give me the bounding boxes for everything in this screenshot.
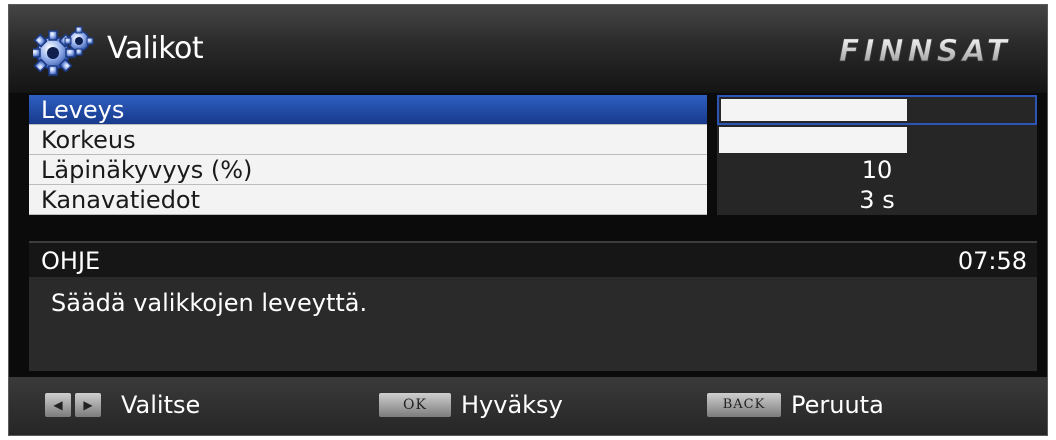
- gear-icon: [33, 26, 94, 76]
- left-arrow-key-icon: ◀: [45, 393, 71, 417]
- help-header: OHJE 07:58: [29, 241, 1037, 279]
- channel-info-value[interactable]: 3 s: [717, 185, 1037, 215]
- brand-logo: FINNSAT: [838, 34, 1011, 70]
- accept-label: Hyväksy: [461, 391, 563, 419]
- menu-item-lapinakyvyys[interactable]: Läpinäkyvyys (%): [29, 155, 707, 185]
- help-title: OHJE: [41, 247, 101, 275]
- transparency-value[interactable]: 10: [717, 155, 1037, 185]
- height-slider[interactable]: [717, 125, 1037, 155]
- width-slider-track: [719, 97, 1035, 123]
- height-slider-fill: [719, 127, 907, 153]
- back-key-icon: BACK: [707, 393, 781, 417]
- select-label: Valitse: [121, 391, 201, 419]
- right-arrow-key-icon: ▶: [75, 393, 101, 417]
- width-slider[interactable]: [717, 95, 1037, 125]
- svg-text:FINNSAT: FINNSAT: [839, 34, 1011, 69]
- button-legend: ◀ ▶ Valitse OK Hyväksy BACK Peruuta: [9, 377, 1047, 435]
- width-slider-fill: [721, 99, 907, 121]
- menu-screen: Valikot FINNSAT Leveys Korkeus Läpinäkyv…: [8, 4, 1048, 436]
- ok-key-icon: OK: [379, 393, 451, 417]
- clock: 07:58: [957, 247, 1027, 275]
- help-box: Säädä valikkojen leveyttä.: [29, 277, 1037, 371]
- cancel-label: Peruuta: [791, 391, 884, 419]
- menu-item-korkeus[interactable]: Korkeus: [29, 125, 707, 155]
- height-slider-track: [717, 125, 1037, 155]
- menu-title: Valikot: [107, 31, 204, 66]
- menu-item-kanavatiedot[interactable]: Kanavatiedot: [29, 185, 707, 215]
- menu-header: Valikot FINNSAT: [9, 5, 1047, 93]
- help-text: Säädä valikkojen leveyttä.: [51, 289, 368, 317]
- menu-item-leveys[interactable]: Leveys: [29, 95, 707, 125]
